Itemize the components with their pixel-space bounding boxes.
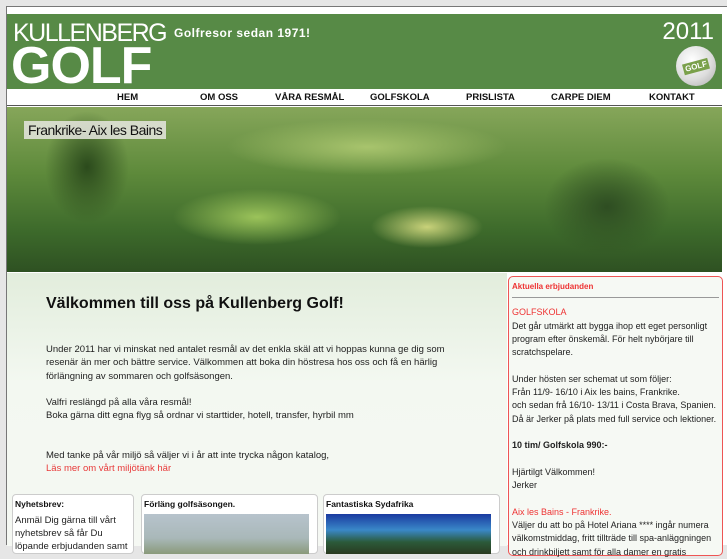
- greeting: Hjärtilgt Välkommen!: [512, 466, 596, 477]
- newsletter-title: Nyhetsbrev:: [15, 499, 65, 509]
- nav-prislista[interactable]: PRISLISTA: [466, 92, 515, 103]
- newsletter-box: Nyhetsbrev: Anmäl Dig gärna till vårt ny…: [12, 494, 134, 554]
- page-title: Välkommen till oss på Kullenberg Golf!: [46, 295, 344, 312]
- schema-line: Från 11/9- 16/10 i Aix les bains, Frankr…: [512, 387, 680, 398]
- boka-text: Boka gärna ditt egna flyg så ordnar vi s…: [46, 410, 354, 422]
- nav-carpe-diem[interactable]: CARPE DIEM: [551, 92, 611, 103]
- nav-kontakt[interactable]: KONTAKT: [649, 92, 695, 103]
- schema-line: Under hösten ser schemat ut som följer:: [512, 373, 672, 384]
- nav-om-oss[interactable]: OM OSS: [200, 92, 238, 103]
- hero-image: Frankrike- Aix les Bains: [7, 107, 722, 272]
- year: 2011: [662, 18, 714, 45]
- nav-golfskola[interactable]: GOLFSKOLA: [370, 92, 430, 103]
- nav-vara-resmal[interactable]: VÅRA RESMÅL: [275, 92, 344, 103]
- intro-paragraph: Under 2011 har vi minskat ned antalet re…: [46, 344, 445, 382]
- ball-text: GOLF: [681, 57, 711, 75]
- offers-panel: Aktuella erbjudanden GOLFSKOLA Det går u…: [508, 276, 723, 557]
- schema-line: Då är Jerker på plats med full service o…: [512, 413, 717, 424]
- golf-ball-logo-icon: GOLF: [676, 46, 716, 86]
- forlang-image[interactable]: [144, 514, 309, 554]
- miljo-text: Med tanke på vår miljö så väljer vi i år…: [46, 449, 330, 461]
- main-nav: HEM OM OSS VÅRA RESMÅL GOLFSKOLA PRISLIS…: [7, 89, 722, 106]
- sydafrika-box[interactable]: Fantastiska Sydafrika: [323, 494, 500, 554]
- hero-caption: Frankrike- Aix les Bains: [24, 121, 167, 139]
- nav-hem[interactable]: HEM: [117, 92, 138, 103]
- reslangd-text: Valfri reslängd på alla våra resmål!: [46, 397, 192, 409]
- price: 10 tim/ Golfskola 990:-: [512, 440, 608, 451]
- forlang-box[interactable]: Förläng golfsäsongen.: [141, 494, 318, 554]
- golfskola-text: Det går utmärkt att bygga ihop ett eget …: [512, 320, 708, 358]
- aix-text: Väljer du att bo på Hotel Ariana **** in…: [512, 520, 712, 557]
- page: KULLENBERG GOLF Golfresor sedan 1971! 20…: [6, 6, 727, 557]
- aix-heading: Aix les Bains - Frankrike.: [512, 506, 612, 517]
- tagline: Golfresor sedan 1971!: [174, 26, 311, 40]
- main-content: Välkommen till oss på Kullenberg Golf! U…: [7, 273, 507, 554]
- newsletter-text: Anmäl Dig gärna till vårt nyhetsbrev så …: [15, 515, 128, 552]
- header: KULLENBERG GOLF Golfresor sedan 1971! 20…: [7, 14, 722, 92]
- miljo-link[interactable]: Läs mer om vårt miljötänk här: [46, 463, 171, 474]
- golfskola-heading: GOLFSKOLA: [512, 307, 567, 318]
- signature: Jerker: [512, 480, 538, 491]
- offers-title: Aktuella erbjudanden: [512, 280, 719, 299]
- forlang-title[interactable]: Förläng golfsäsongen.: [144, 499, 315, 509]
- schema-line: och sedan frå 16/10- 13/11 i Costa Brava…: [512, 400, 716, 411]
- sydafrika-image[interactable]: [326, 514, 491, 554]
- sydafrika-title[interactable]: Fantastiska Sydafrika: [326, 499, 497, 509]
- logo-text-golf[interactable]: GOLF: [11, 40, 152, 92]
